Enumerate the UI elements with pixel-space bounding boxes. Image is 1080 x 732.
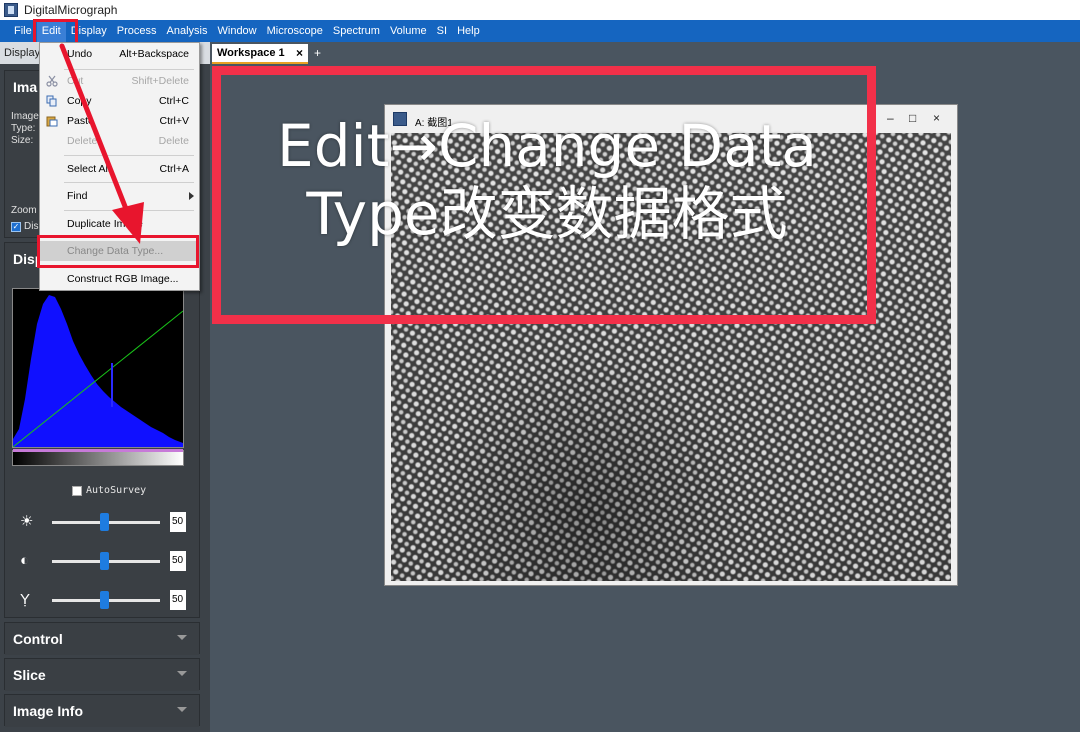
brightness-slider-row: ☀ 50 [14,512,200,532]
select-all-shortcut: Ctrl+A [159,163,189,175]
brightness-thumb[interactable] [100,513,109,531]
gamma-thumb[interactable] [100,591,109,609]
info-type: Type: [11,123,36,134]
app-titlebar: DigitalMicrograph [0,0,1080,20]
autosurvey-label: AutoSurvey [86,485,147,496]
menu-item-copy[interactable]: Copy Ctrl+C [40,91,199,111]
menu-separator [64,182,194,183]
paste-label: Paste [67,115,94,127]
menubar: File Edit Display Process Analysis Windo… [0,20,1080,42]
brightness-icon: ☀ [20,513,34,530]
minimize-icon[interactable]: – [887,111,894,125]
toolstrip-label: Display [4,47,41,59]
control-pane[interactable]: Control [4,622,200,655]
chevron-down-icon [177,707,187,712]
menu-separator [64,155,194,156]
delete-label: Delete [67,135,98,147]
contrast-value[interactable]: 50 [170,551,186,571]
chevron-down-icon [177,635,187,640]
contrast-slider-row: ◐ 50 [14,551,200,571]
add-tab-icon[interactable]: + [314,46,321,60]
display-checkbox[interactable]: ✓ [11,221,21,232]
menu-help[interactable]: Help [452,20,485,42]
copy-icon [46,95,57,107]
annotation-text: Edit→Change Data Type改变数据格式 [222,112,872,248]
grayscale-bar [12,449,184,466]
app-icon [4,3,18,17]
slice-title: Slice [13,667,46,683]
menu-item-find[interactable]: Find [40,186,199,206]
annotation-line-2: Type改变数据格式 [306,180,788,248]
control-header[interactable]: Control [5,623,199,655]
copy-label: Copy [67,95,92,107]
histogram-graph [12,295,184,448]
app-title: DigitalMicrograph [24,3,118,17]
menu-analysis[interactable]: Analysis [162,20,213,42]
tab-workspace-1[interactable]: Workspace 1 × [212,44,308,64]
image-info-header[interactable]: Image Info [5,695,199,727]
display-checkbox-label: Dis [24,221,39,232]
change-data-type-highlight [37,235,199,268]
zoom-label: Zoom [11,205,37,216]
histogram-curve [13,295,183,447]
menu-item-construct-rgb[interactable]: Construct RGB Image... [40,269,199,289]
tab-close-icon[interactable]: × [296,46,303,60]
paste-shortcut: Ctrl+V [159,115,189,127]
delete-shortcut: Delete [158,135,189,147]
contrast-thumb[interactable] [100,552,109,570]
info-image: Image [11,111,39,122]
menu-file[interactable]: File [0,20,37,42]
cut-shortcut: Shift+Delete [131,75,190,87]
undo-shortcut: Alt+Backspace [119,48,189,60]
menu-item-undo[interactable]: Undo Alt+Backspace [40,44,199,64]
gamma-value[interactable]: 50 [170,590,186,610]
menu-item-cut[interactable]: Cut Shift+Delete [40,71,199,91]
menu-separator [64,210,194,211]
menu-window[interactable]: Window [213,20,262,42]
menu-item-delete[interactable]: Delete Delete [40,131,199,151]
menu-separator [64,69,194,70]
menu-item-paste[interactable]: Paste Ctrl+V [40,111,199,131]
autosurvey-checkbox[interactable] [72,485,82,496]
paste-icon [46,116,58,127]
select-all-label: Select All [67,163,111,175]
menu-microscope[interactable]: Microscope [262,20,328,42]
undo-label: Undo [67,48,93,60]
display-checkbox-row[interactable]: ✓ Dis [11,221,38,232]
image-info-title: Image Info [13,703,84,719]
image-info-pane[interactable]: Image Info [4,694,200,727]
construct-rgb-label: Construct RGB Image... [67,273,179,285]
autosurvey-row[interactable]: AutoSurvey [72,485,146,496]
brightness-value[interactable]: 50 [170,512,186,532]
menu-volume[interactable]: Volume [385,20,432,42]
gamma-slider-row: Ỵ 50 [14,590,200,610]
tab-label: Workspace 1 [217,47,285,59]
find-label: Find [67,190,88,202]
menu-si[interactable]: SI [432,20,452,42]
menu-process[interactable]: Process [112,20,162,42]
gamma-icon: Ỵ [20,591,31,608]
slice-pane[interactable]: Slice [4,658,200,691]
menu-item-duplicate-image[interactable]: Duplicate Image [40,214,199,234]
cut-label: Cut [67,75,84,87]
maximize-icon[interactable]: □ [909,111,916,125]
slice-header[interactable]: Slice [5,659,199,691]
close-icon[interactable]: × [933,111,940,125]
annotation-line-1: Edit→Change Data [277,112,817,180]
image-pane-title: Ima [13,79,38,95]
duplicate-image-label: Duplicate Image [67,218,143,230]
menu-item-select-all[interactable]: Select All Ctrl+A [40,159,199,179]
menu-spectrum[interactable]: Spectrum [328,20,385,42]
submenu-arrow-icon [189,192,194,200]
workspace-tabs: Workspace 1 × + [210,42,1080,64]
info-size: Size: [11,135,34,146]
contrast-icon: ◐ [20,552,30,569]
histogram[interactable] [12,288,184,448]
chevron-down-icon [177,671,187,676]
image-info-lines: Image Type: Size: [11,111,39,147]
control-title: Control [13,631,63,647]
copy-shortcut: Ctrl+C [158,95,189,107]
scissors-icon [46,75,58,87]
